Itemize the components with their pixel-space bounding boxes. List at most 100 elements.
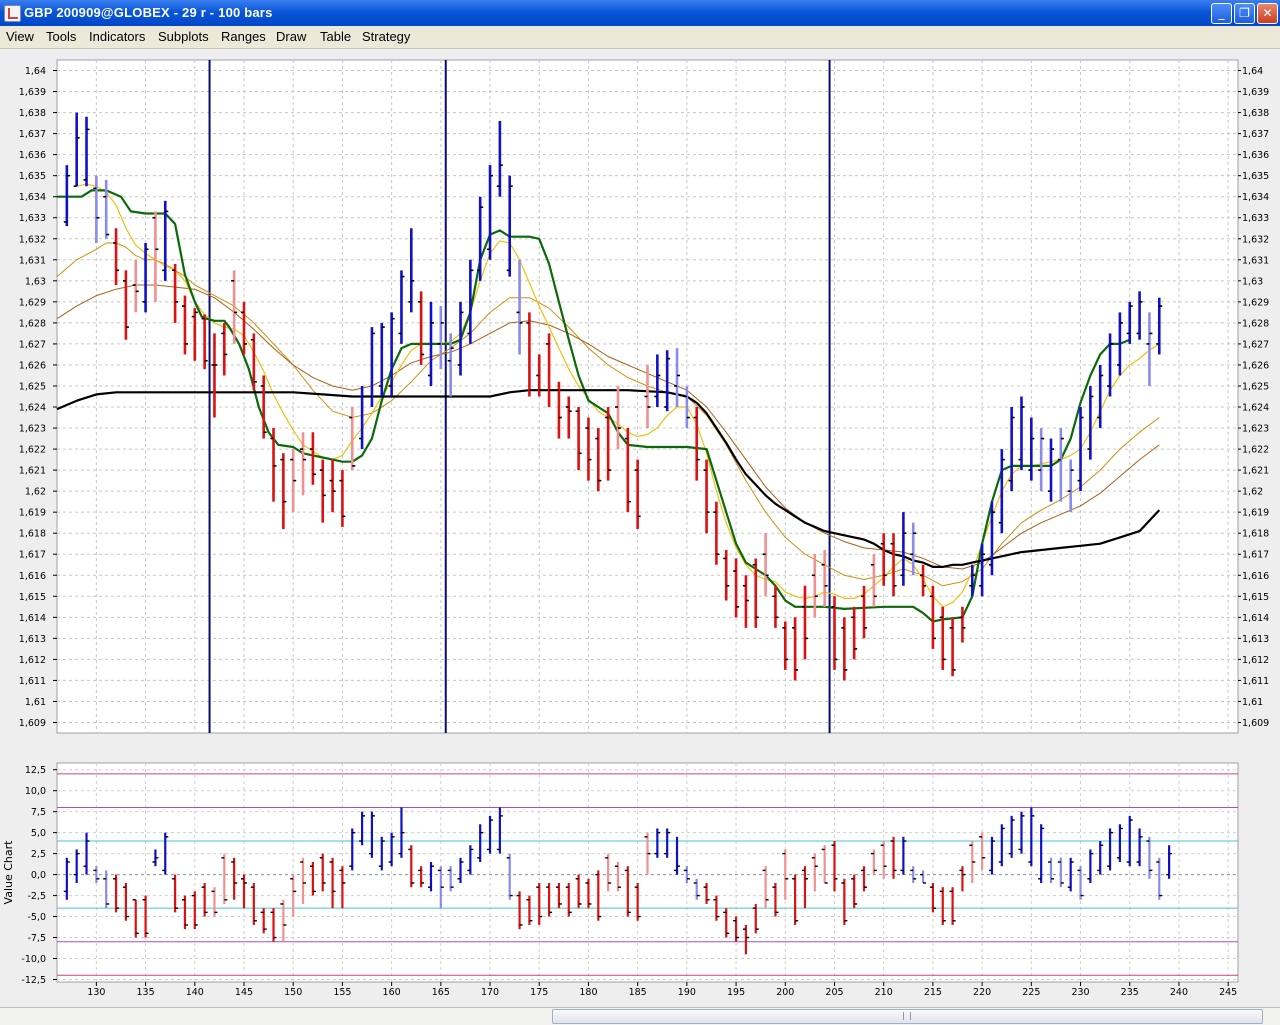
main-y-tick-label-left: 1,628 xyxy=(19,318,46,329)
menu-table[interactable]: Table xyxy=(320,29,351,44)
main-y-tick-label-left: 1,634 xyxy=(19,192,46,203)
x-tick-label: 240 xyxy=(1170,987,1188,998)
x-tick-label: 215 xyxy=(924,987,942,998)
main-y-tick-label-left: 1,61 xyxy=(25,697,46,708)
main-y-tick-label-left: 1,617 xyxy=(19,550,46,561)
main-y-tick-label-left: 1,638 xyxy=(19,108,46,119)
x-tick-label: 200 xyxy=(776,987,794,998)
x-tick-label: 165 xyxy=(432,987,450,998)
x-tick-label: 190 xyxy=(678,987,696,998)
main-y-tick-label-right: 1,615 xyxy=(1242,592,1269,603)
x-tick-label: 235 xyxy=(1121,987,1139,998)
maximize-button[interactable]: ❐ xyxy=(1234,3,1255,24)
main-y-tick-label-right: 1,612 xyxy=(1242,655,1269,666)
main-y-tick-label-left: 1,639 xyxy=(19,87,46,98)
main-y-tick-label-right: 1,632 xyxy=(1242,234,1269,245)
x-tick-label: 225 xyxy=(1022,987,1040,998)
sub-y-tick-label: -2,5 xyxy=(27,891,46,902)
main-y-tick-label-left: 1,609 xyxy=(19,718,46,729)
x-tick-label: 150 xyxy=(284,987,302,998)
sub-y-tick-label: 10,0 xyxy=(25,786,46,797)
main-y-tick-label-left: 1,632 xyxy=(19,234,46,245)
x-tick-label: 140 xyxy=(186,987,204,998)
main-y-tick-label-left: 1,626 xyxy=(19,360,46,371)
scrollbar-thumb[interactable] xyxy=(552,1009,1263,1024)
main-y-tick-label-right: 1,63 xyxy=(1242,276,1263,287)
x-tick-label: 135 xyxy=(137,987,155,998)
main-y-tick-label-left: 1,62 xyxy=(25,487,46,498)
main-y-tick-label-left: 1,633 xyxy=(19,213,46,224)
sub-y-tick-label: -10,0 xyxy=(21,954,46,965)
subplot-y-axis-label: Value Chart xyxy=(2,840,15,905)
main-y-tick-label-right: 1,621 xyxy=(1242,466,1269,477)
scrollbar-grip-icon xyxy=(903,1012,911,1020)
sub-y-tick-label: -5,0 xyxy=(27,912,46,923)
menu-tools[interactable]: Tools xyxy=(46,29,76,44)
sub-y-tick-label: 0,0 xyxy=(31,870,46,881)
x-tick-label: 205 xyxy=(825,987,843,998)
main-y-tick-label-right: 1,617 xyxy=(1242,550,1269,561)
main-y-tick-label-right: 1,636 xyxy=(1242,150,1269,161)
minimize-button[interactable]: _ xyxy=(1211,3,1232,24)
main-y-tick-label-left: 1,621 xyxy=(19,466,46,477)
main-y-tick-label-right: 1,639 xyxy=(1242,87,1269,98)
close-button[interactable]: ✕ xyxy=(1257,3,1278,24)
x-tick-label: 130 xyxy=(87,987,105,998)
main-y-tick-label-left: 1,63 xyxy=(25,276,46,287)
main-y-tick-label-right: 1,619 xyxy=(1242,508,1269,519)
menu-draw[interactable]: Draw xyxy=(276,29,306,44)
menu-strategy[interactable]: Strategy xyxy=(362,29,410,44)
main-y-tick-label-left: 1,618 xyxy=(19,529,46,540)
main-y-tick-label-right: 1,624 xyxy=(1242,403,1269,414)
main-y-tick-label-left: 1,624 xyxy=(19,403,46,414)
sub-y-tick-label: -12,5 xyxy=(21,975,46,986)
main-y-tick-label-right: 1,627 xyxy=(1242,339,1269,350)
main-y-tick-label-right: 1,635 xyxy=(1242,171,1269,182)
main-y-tick-label-left: 1,625 xyxy=(19,381,46,392)
x-tick-label: 185 xyxy=(629,987,647,998)
main-y-tick-label-right: 1,609 xyxy=(1242,718,1269,729)
main-y-tick-label-left: 1,613 xyxy=(19,634,46,645)
main-y-tick-label-left: 1,637 xyxy=(19,129,46,140)
sub-y-tick-label: 5,0 xyxy=(31,828,46,839)
main-y-tick-label-left: 1,615 xyxy=(19,592,46,603)
x-tick-label: 210 xyxy=(875,987,893,998)
main-y-tick-label-left: 1,611 xyxy=(19,676,46,687)
menubar: View Tools Indicators Subplots Ranges Dr… xyxy=(0,26,1280,49)
main-y-tick-label-right: 1,637 xyxy=(1242,129,1269,140)
x-tick-label: 180 xyxy=(579,987,597,998)
x-tick-label: 145 xyxy=(235,987,253,998)
main-y-tick-label-right: 1,622 xyxy=(1242,445,1269,456)
main-y-tick-label-right: 1,625 xyxy=(1242,381,1269,392)
main-y-tick-label-left: 1,622 xyxy=(19,445,46,456)
menu-subplots[interactable]: Subplots xyxy=(158,29,209,44)
main-y-tick-label-right: 1,626 xyxy=(1242,360,1269,371)
main-y-tick-label-left: 1,64 xyxy=(25,66,46,77)
sub-y-tick-label: 12,5 xyxy=(25,765,46,776)
main-y-tick-label-right: 1,618 xyxy=(1242,529,1269,540)
menu-view[interactable]: View xyxy=(6,29,34,44)
horizontal-scrollbar[interactable] xyxy=(0,1007,1280,1025)
main-y-tick-label-right: 1,613 xyxy=(1242,634,1269,645)
menu-indicators[interactable]: Indicators xyxy=(89,29,145,44)
sub-y-tick-label: -7,5 xyxy=(27,933,46,944)
main-y-tick-label-left: 1,636 xyxy=(19,150,46,161)
main-y-tick-label-right: 1,64 xyxy=(1242,66,1263,77)
x-tick-label: 230 xyxy=(1071,987,1089,998)
menu-ranges[interactable]: Ranges xyxy=(221,29,266,44)
main-y-tick-label-left: 1,627 xyxy=(19,339,46,350)
main-y-tick-label-right: 1,614 xyxy=(1242,613,1269,624)
window-titlebar: GBP 200909@GLOBEX - 29 r - 100 bars _ ❐ … xyxy=(0,0,1280,26)
main-y-tick-label-right: 1,611 xyxy=(1242,676,1269,687)
x-tick-label: 160 xyxy=(383,987,401,998)
x-tick-label: 220 xyxy=(973,987,991,998)
main-y-tick-label-right: 1,638 xyxy=(1242,108,1269,119)
sub-y-tick-label: 2,5 xyxy=(31,849,46,860)
main-y-tick-label-right: 1,61 xyxy=(1242,697,1263,708)
main-y-tick-label-right: 1,631 xyxy=(1242,255,1269,266)
main-y-tick-label-left: 1,629 xyxy=(19,297,46,308)
main-y-tick-label-right: 1,633 xyxy=(1242,213,1269,224)
window-title: GBP 200909@GLOBEX - 29 r - 100 bars xyxy=(24,5,273,20)
main-y-tick-label-left: 1,631 xyxy=(19,255,46,266)
x-tick-label: 170 xyxy=(481,987,499,998)
